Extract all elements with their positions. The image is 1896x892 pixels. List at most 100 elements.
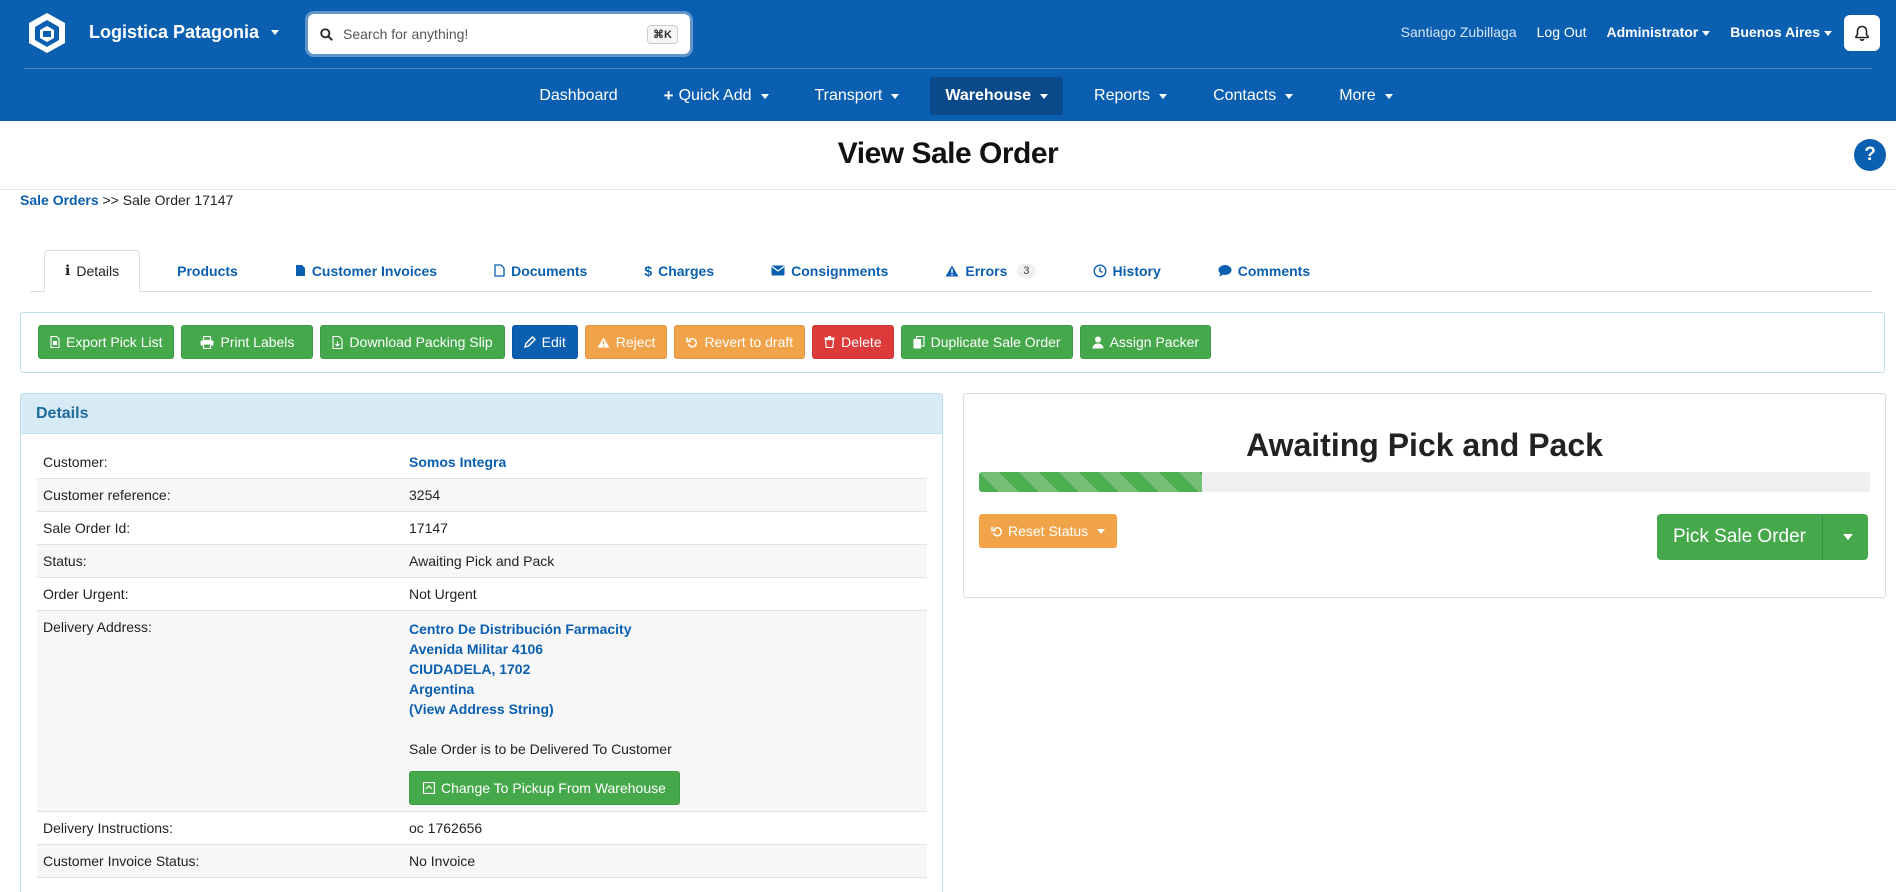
row-value: No Invoice (409, 853, 476, 869)
nav-label: Dashboard (539, 87, 618, 104)
change-to-pickup-button[interactable]: Change To Pickup From Warehouse (409, 771, 680, 805)
tab-charges[interactable]: $ Charges (624, 250, 734, 291)
nav-warehouse[interactable]: Warehouse (930, 77, 1064, 115)
breadcrumb-sale-orders-link[interactable]: Sale Orders (20, 192, 99, 208)
button-label: Delete (841, 334, 882, 350)
location-dropdown[interactable]: Buenos Aires (1730, 24, 1832, 40)
reset-status-button[interactable]: Reset Status (979, 514, 1118, 548)
address-line: Centro De Distribución Farmacity (409, 621, 632, 637)
status-panel: Awaiting Pick and Pack Reset Status Pick… (963, 393, 1886, 598)
user-menu: Santiago Zubillaga Log Out Administrator… (1401, 24, 1832, 40)
file-export-icon (50, 336, 60, 348)
tab-bar: ℹ Details Products Customer Invoices Docu… (30, 250, 1872, 292)
nav-transport[interactable]: Transport (800, 77, 915, 115)
undo-icon (991, 526, 1003, 537)
search-icon (320, 27, 333, 41)
tab-label: Comments (1237, 262, 1311, 279)
table-row: Status: Awaiting Pick and Pack (37, 545, 927, 578)
errors-count-badge: 3 (1017, 263, 1036, 278)
warning-icon (945, 265, 959, 276)
notifications-button[interactable] (1844, 15, 1880, 51)
nav-label: More (1339, 87, 1376, 104)
dollar-icon: $ (644, 262, 653, 279)
pick-options-dropdown[interactable] (1822, 514, 1868, 560)
export-pick-list-button[interactable]: Export Pick List (38, 325, 175, 359)
row-key: Status: (43, 553, 87, 569)
nav-dashboard[interactable]: Dashboard (524, 77, 632, 115)
print-labels-button[interactable]: Print Labels (181, 325, 314, 359)
delivery-note: Sale Order is to be Delivered To Custome… (409, 741, 672, 757)
search-box[interactable]: ⌘K (308, 14, 690, 54)
table-row: Customer Invoice Status: No Invoice (37, 845, 927, 878)
logo-icon[interactable] (26, 11, 68, 55)
user-icon (1092, 336, 1104, 348)
brand-dropdown[interactable]: Logistica Patagonia (89, 22, 280, 43)
tab-comments[interactable]: Comments (1198, 250, 1330, 291)
button-label: Revert to draft (704, 334, 794, 350)
status-progress-bar (979, 472, 1870, 492)
row-key: Customer Invoice Status: (43, 853, 200, 869)
nav-label: Transport (814, 87, 883, 104)
view-address-string-link[interactable]: (View Address String) (409, 701, 554, 717)
row-value: Not Urgent (409, 586, 477, 602)
address-line: CIUDADELA, 1702 (409, 661, 531, 677)
chevron-down-icon (1824, 30, 1832, 36)
tab-label: Charges (658, 262, 715, 279)
nav-contacts[interactable]: Contacts (1198, 77, 1308, 115)
document-icon (494, 264, 505, 277)
tab-details[interactable]: ℹ Details (44, 250, 141, 292)
logout-link[interactable]: Log Out (1537, 24, 1587, 40)
nav-quick-add[interactable]: + Quick Add (649, 77, 784, 115)
revert-to-draft-button[interactable]: Revert to draft (674, 325, 806, 359)
main-nav: Dashboard + Quick Add Transport Warehouse… (0, 77, 1896, 115)
assign-packer-button[interactable]: Assign Packer (1079, 325, 1212, 359)
breadcrumb-current: Sale Order 17147 (122, 192, 234, 208)
user-name: Santiago Zubillaga (1400, 24, 1517, 40)
download-packing-slip-button[interactable]: Download Packing Slip (320, 325, 505, 359)
tab-label: Products (177, 262, 238, 279)
plus-icon: + (663, 86, 674, 105)
row-key: Order Urgent: (43, 586, 129, 602)
row-value: oc 1762656 (409, 820, 483, 836)
nav-label: Contacts (1213, 87, 1277, 104)
chevron-down-icon (891, 93, 900, 99)
search-input[interactable] (343, 26, 648, 42)
tab-consignments[interactable]: Consignments (751, 250, 908, 291)
details-panel: Details Customer: Somos Integra Customer… (20, 393, 943, 892)
chevron-down-icon (1040, 93, 1049, 99)
tab-products[interactable]: Products (157, 250, 258, 291)
nav-more[interactable]: More (1324, 77, 1407, 115)
row-key: Delivery Address: (43, 619, 152, 635)
button-label: Export Pick List (66, 334, 163, 350)
role-dropdown[interactable]: Administrator (1606, 24, 1711, 40)
button-label: Duplicate Sale Order (930, 334, 1061, 350)
file-icon (295, 265, 305, 276)
row-value: Awaiting Pick and Pack (409, 553, 555, 569)
delivery-address: Centro De Distribución Farmacity Avenida… (403, 611, 927, 811)
delete-button[interactable]: Delete (812, 325, 894, 359)
reject-button[interactable]: Reject (584, 325, 668, 359)
envelope-icon (771, 265, 785, 276)
customer-link[interactable]: Somos Integra (409, 454, 506, 470)
nav-reports[interactable]: Reports (1079, 77, 1182, 115)
warning-icon (597, 336, 610, 348)
button-label: Print Labels (220, 334, 295, 350)
info-icon: ℹ (65, 263, 71, 279)
row-key: Customer reference: (43, 487, 171, 503)
breadcrumb-separator: >> (102, 192, 119, 208)
tab-customer-invoices[interactable]: Customer Invoices (275, 250, 457, 291)
action-toolbar: Export Pick List Print Labels Download P… (20, 312, 1885, 373)
table-row: Customer reference: 3254 (37, 479, 927, 512)
button-label: Edit (541, 334, 566, 350)
navbar-divider (24, 68, 1872, 69)
help-button[interactable]: ? (1854, 139, 1886, 171)
duplicate-sale-order-button[interactable]: Duplicate Sale Order (900, 325, 1073, 359)
tab-label: Details (76, 263, 120, 279)
warehouse-icon (423, 782, 435, 794)
location-label: Buenos Aires (1730, 24, 1820, 40)
tab-documents[interactable]: Documents (474, 250, 607, 291)
tab-history[interactable]: History (1073, 250, 1181, 291)
tab-errors[interactable]: Errors 3 (925, 250, 1055, 291)
edit-button[interactable]: Edit (511, 325, 578, 359)
pick-sale-order-button[interactable]: Pick Sale Order (1656, 514, 1822, 560)
